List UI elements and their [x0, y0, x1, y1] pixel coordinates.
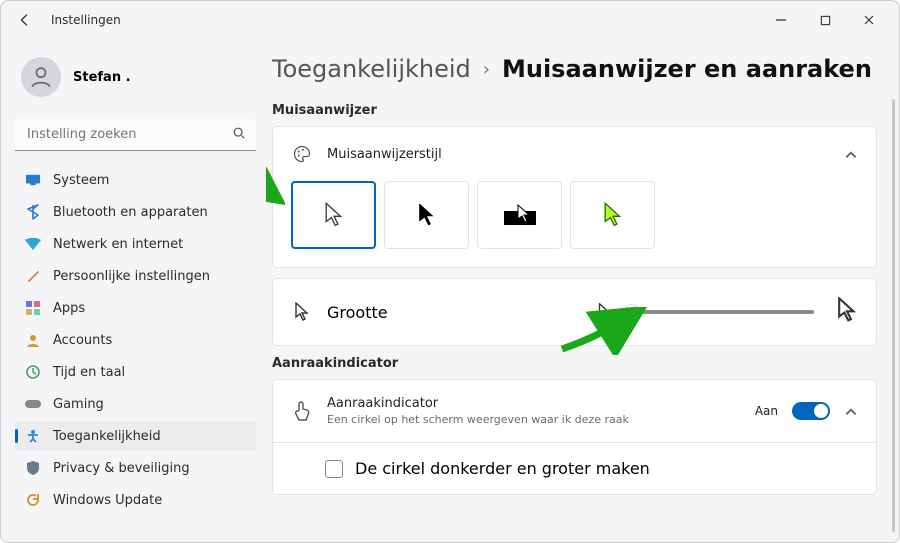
card-pointer-style: Muisaanwijzerstijl — [272, 126, 877, 268]
touch-indicator-desc: Een cirkel op het scherm weergeven waar … — [327, 413, 741, 426]
maximize-button[interactable] — [803, 6, 847, 34]
touch-indicator-toggle[interactable] — [792, 402, 830, 420]
nav-label: Bluetooth en apparaten — [53, 205, 208, 220]
settings-window: Instellingen Stefan . — [0, 0, 900, 543]
search-input[interactable] — [25, 126, 232, 143]
cursor-large-icon — [836, 297, 858, 327]
nav-label: Systeem — [53, 173, 109, 188]
touch-icon — [291, 400, 313, 422]
nav-windows-update[interactable]: Windows Update — [15, 485, 256, 515]
pointer-size-slider[interactable] — [632, 310, 814, 314]
search-icon — [232, 125, 246, 144]
apps-icon — [25, 300, 41, 316]
slider-thumb[interactable] — [625, 305, 639, 319]
nav-label: Apps — [53, 301, 85, 316]
pointer-style-black[interactable] — [384, 181, 469, 249]
nav-bluetooth[interactable]: Bluetooth en apparaten — [15, 197, 256, 227]
card-pointer-size: Grootte — [272, 278, 877, 346]
toggle-state-text: Aan — [755, 404, 778, 418]
nav-gaming[interactable]: Gaming — [15, 389, 256, 419]
nav-accessibility[interactable]: Toegankelijkheid — [15, 421, 256, 451]
privacy-icon — [25, 460, 41, 476]
time-language-icon — [25, 364, 41, 380]
nav-accounts[interactable]: Accounts — [15, 325, 256, 355]
pointer-size-label: Grootte — [327, 303, 388, 322]
checkbox-label: De cirkel donkerder en groter maken — [355, 459, 650, 478]
nav-label: Windows Update — [53, 493, 162, 508]
back-button[interactable] — [15, 10, 35, 30]
accessibility-icon — [25, 428, 41, 444]
breadcrumb-parent[interactable]: Toegankelijkheid — [272, 55, 471, 83]
profile-name: Stefan . — [73, 70, 131, 85]
pointer-style-label: Muisaanwijzerstijl — [327, 147, 830, 162]
nav-label: Gaming — [53, 397, 104, 412]
touch-indicator-sub-option[interactable]: De cirkel donkerder en groter maken — [273, 442, 876, 494]
nav-label: Persoonlijke instellingen — [53, 269, 210, 284]
profile-block[interactable]: Stefan . — [15, 47, 256, 119]
chevron-up-icon — [844, 404, 858, 418]
nav-system[interactable]: Systeem — [15, 165, 256, 195]
network-icon — [25, 236, 41, 252]
scrollbar[interactable] — [892, 99, 895, 532]
palette-icon — [291, 143, 313, 165]
checkbox-darker-larger[interactable] — [325, 460, 343, 478]
nav-label: Netwerk en internet — [53, 237, 183, 252]
sidebar: Stefan . Systeem Bluetooth en apparaten — [1, 39, 266, 542]
avatar — [21, 57, 61, 97]
main-content: Toegankelijkheid › Muisaanwijzer en aanr… — [266, 39, 899, 542]
cursor-small-icon — [598, 303, 610, 322]
chevron-up-icon — [844, 147, 858, 161]
windows-update-icon — [25, 492, 41, 508]
accounts-icon — [25, 332, 41, 348]
nav-time-language[interactable]: Tijd en taal — [15, 357, 256, 387]
section-mouse-pointer: Muisaanwijzer — [272, 103, 877, 118]
breadcrumb: Toegankelijkheid › Muisaanwijzer en aanr… — [272, 49, 877, 99]
card-touch-indicator: Aanraakindicator Een cirkel op het scher… — [272, 379, 877, 495]
pointer-style-custom-color[interactable] — [570, 181, 655, 249]
minimize-button[interactable] — [759, 6, 803, 34]
system-icon — [25, 172, 41, 188]
search-box[interactable] — [15, 119, 256, 151]
pointer-style-header[interactable]: Muisaanwijzerstijl — [273, 127, 876, 181]
pointer-style-inverted[interactable] — [477, 181, 562, 249]
touch-indicator-header[interactable]: Aanraakindicator Een cirkel op het scher… — [273, 380, 876, 442]
nav-network[interactable]: Netwerk en internet — [15, 229, 256, 259]
nav-label: Privacy & beveiliging — [53, 461, 190, 476]
cursor-icon — [291, 301, 313, 323]
nav-label: Accounts — [53, 333, 112, 348]
nav-label: Tijd en taal — [53, 365, 125, 380]
close-button[interactable] — [847, 6, 891, 34]
nav-list: Systeem Bluetooth en apparaten Netwerk e… — [15, 165, 256, 515]
touch-indicator-label: Aanraakindicator — [327, 396, 741, 411]
pointer-style-white[interactable] — [291, 181, 376, 249]
section-touch-indicator: Aanraakindicator — [272, 356, 877, 371]
breadcrumb-current: Muisaanwijzer en aanraken — [502, 55, 872, 83]
app-title: Instellingen — [51, 13, 121, 27]
personalization-icon — [25, 268, 41, 284]
titlebar: Instellingen — [1, 1, 899, 39]
nav-personalization[interactable]: Persoonlijke instellingen — [15, 261, 256, 291]
nav-label: Toegankelijkheid — [53, 429, 161, 444]
pointer-style-options — [273, 181, 876, 267]
gaming-icon — [25, 396, 41, 412]
chevron-right-icon: › — [483, 59, 490, 80]
nav-privacy[interactable]: Privacy & beveiliging — [15, 453, 256, 483]
nav-apps[interactable]: Apps — [15, 293, 256, 323]
bluetooth-icon — [25, 204, 41, 220]
